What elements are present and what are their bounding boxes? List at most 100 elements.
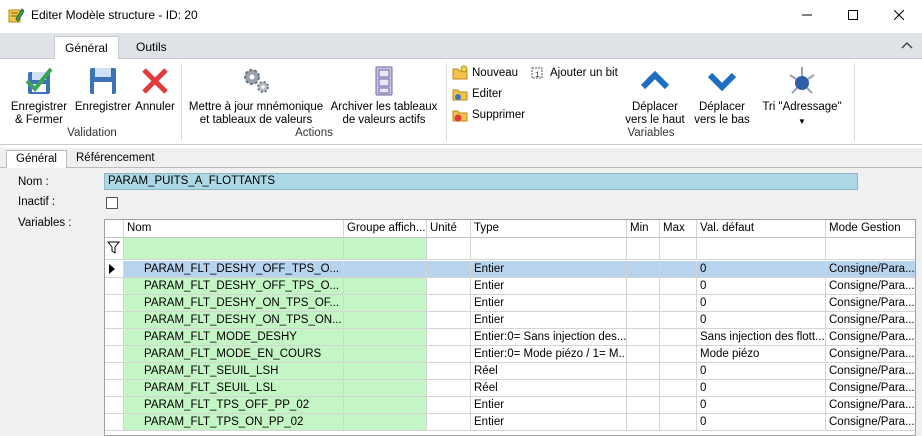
- cell-unite[interactable]: [427, 397, 471, 414]
- cell-groupe[interactable]: [344, 261, 427, 278]
- table-row[interactable]: PARAM_FLT_DESHY_ON_TPS_OF... Entier 0 Consi…: [105, 295, 915, 312]
- add-bit-button[interactable]: 1 Ajouter un bit: [530, 65, 618, 81]
- cell-type[interactable]: Entier: [471, 261, 627, 278]
- filter-mode[interactable]: [826, 238, 915, 260]
- cancel-button[interactable]: Annuler: [134, 65, 176, 114]
- column-header-max[interactable]: Max: [660, 220, 697, 238]
- save-close-button[interactable]: Enregistrer & Fermer: [6, 65, 72, 127]
- cell-nom[interactable]: PARAM_FLT_MODE_DESHY: [124, 329, 344, 346]
- cell-max[interactable]: [660, 329, 697, 346]
- cell-type[interactable]: Réel: [471, 363, 627, 380]
- table-row[interactable]: PARAM_FLT_TPS_OFF_PP_02 Entier 0 Consigne/P…: [105, 397, 915, 414]
- cell-val[interactable]: 0: [697, 295, 826, 312]
- filter-groupe[interactable]: [344, 238, 427, 260]
- cell-type[interactable]: Réel: [471, 380, 627, 397]
- cell-unite[interactable]: [427, 346, 471, 363]
- cell-max[interactable]: [660, 397, 697, 414]
- ribbon-tab-general[interactable]: Général: [54, 36, 119, 60]
- column-header-mode-gestion[interactable]: Mode Gestion: [826, 220, 915, 238]
- row-indicator[interactable]: [105, 380, 124, 397]
- cell-mode[interactable]: Consigne/Para...: [826, 295, 915, 312]
- table-row[interactable]: PARAM_FLT_DESHY_OFF_TPS_O... Entier 0 Consi…: [105, 278, 915, 295]
- variables-grid[interactable]: Nom Groupe affich... Unité Type Min Max …: [104, 219, 916, 436]
- filter-min[interactable]: [627, 238, 660, 260]
- maximize-button[interactable]: [830, 0, 876, 30]
- cell-groupe[interactable]: [344, 363, 427, 380]
- cell-max[interactable]: [660, 414, 697, 431]
- filter-val[interactable]: [697, 238, 826, 260]
- column-header-type[interactable]: Type: [471, 220, 627, 238]
- cell-unite[interactable]: [427, 312, 471, 329]
- update-mnemonic-button[interactable]: Mettre à jour mnémonique et tableaux de …: [186, 65, 326, 127]
- row-indicator[interactable]: [105, 312, 124, 329]
- edit-variable-button[interactable]: Editer: [452, 86, 502, 102]
- filter-nom[interactable]: [124, 238, 344, 260]
- tab-general[interactable]: Général: [6, 150, 67, 169]
- table-row[interactable]: PARAM_FLT_MODE_DESHY Entier:0= Sans injec…: [105, 329, 915, 346]
- name-field[interactable]: PARAM_PUITS_A_FLOTTANTS: [104, 173, 858, 190]
- cell-nom[interactable]: PARAM_FLT_TPS_OFF_PP_02: [124, 397, 344, 414]
- cell-nom[interactable]: PARAM_FLT_DESHY_OFF_TPS_O...: [124, 278, 344, 295]
- table-row[interactable]: PARAM_FLT_SEUIL_LSL Réel 0 Consigne/Para...: [105, 380, 915, 397]
- table-row[interactable]: PARAM_FLT_DESHY_ON_TPS_ON... Entier 0 Consi…: [105, 312, 915, 329]
- cell-max[interactable]: [660, 261, 697, 278]
- cell-mode[interactable]: Consigne/Para...: [826, 346, 915, 363]
- cell-min[interactable]: [627, 312, 660, 329]
- cell-val[interactable]: 0: [697, 261, 826, 278]
- row-indicator[interactable]: [105, 414, 124, 431]
- cell-val[interactable]: 0: [697, 397, 826, 414]
- cell-nom[interactable]: PARAM_FLT_MODE_EN_COURS: [124, 346, 344, 363]
- cell-max[interactable]: [660, 278, 697, 295]
- cell-max[interactable]: [660, 380, 697, 397]
- column-header-nom[interactable]: Nom: [124, 220, 344, 238]
- cell-mode[interactable]: Consigne/Para...: [826, 363, 915, 380]
- cell-groupe[interactable]: [344, 346, 427, 363]
- column-header-groupe[interactable]: Groupe affich...: [344, 220, 427, 238]
- cell-mode[interactable]: Consigne/Para...: [826, 261, 915, 278]
- table-row[interactable]: PARAM_FLT_MODE_EN_COURS Entier:0= Mode pi…: [105, 346, 915, 363]
- cell-type[interactable]: Entier:0= Sans injection des...: [471, 329, 627, 346]
- cell-groupe[interactable]: [344, 414, 427, 431]
- row-indicator[interactable]: [105, 261, 124, 278]
- delete-variable-button[interactable]: Supprimer: [452, 107, 525, 123]
- filter-unite[interactable]: [427, 238, 471, 260]
- ribbon-tab-outils[interactable]: Outils: [126, 36, 177, 59]
- cell-max[interactable]: [660, 363, 697, 380]
- column-header-min[interactable]: Min: [627, 220, 660, 238]
- table-row[interactable]: PARAM_FLT_SEUIL_LSH Réel 0 Consigne/Para...: [105, 363, 915, 380]
- cell-min[interactable]: [627, 414, 660, 431]
- cell-type[interactable]: Entier: [471, 397, 627, 414]
- archive-tables-button[interactable]: Archiver les tableaux de valeurs actifs: [326, 65, 442, 127]
- close-button[interactable]: [876, 0, 922, 30]
- cell-groupe[interactable]: [344, 380, 427, 397]
- cell-val[interactable]: 0: [697, 363, 826, 380]
- row-indicator[interactable]: [105, 346, 124, 363]
- cell-min[interactable]: [627, 346, 660, 363]
- cell-val[interactable]: 0: [697, 414, 826, 431]
- cell-val[interactable]: Mode piézo: [697, 346, 826, 363]
- row-indicator[interactable]: [105, 363, 124, 380]
- sort-addressing-button[interactable]: Tri "Adressage" ▼: [756, 65, 848, 128]
- row-indicator[interactable]: [105, 295, 124, 312]
- cell-mode[interactable]: Consigne/Para...: [826, 397, 915, 414]
- cell-nom[interactable]: PARAM_FLT_SEUIL_LSH: [124, 363, 344, 380]
- cell-min[interactable]: [627, 397, 660, 414]
- row-indicator[interactable]: [105, 397, 124, 414]
- cell-max[interactable]: [660, 295, 697, 312]
- cell-unite[interactable]: [427, 329, 471, 346]
- cell-min[interactable]: [627, 380, 660, 397]
- cell-unite[interactable]: [427, 414, 471, 431]
- inactive-checkbox[interactable]: [106, 197, 118, 209]
- cell-unite[interactable]: [427, 261, 471, 278]
- row-indicator[interactable]: [105, 278, 124, 295]
- cell-min[interactable]: [627, 363, 660, 380]
- cell-mode[interactable]: Consigne/Para...: [826, 380, 915, 397]
- cell-unite[interactable]: [427, 295, 471, 312]
- column-header-val-defaut[interactable]: Val. défaut: [697, 220, 826, 238]
- move-up-button[interactable]: Déplacer vers le haut: [622, 65, 688, 127]
- cell-mode[interactable]: Consigne/Para...: [826, 312, 915, 329]
- cell-max[interactable]: [660, 312, 697, 329]
- cell-type[interactable]: Entier: [471, 414, 627, 431]
- cell-max[interactable]: [660, 346, 697, 363]
- cell-type[interactable]: Entier: [471, 295, 627, 312]
